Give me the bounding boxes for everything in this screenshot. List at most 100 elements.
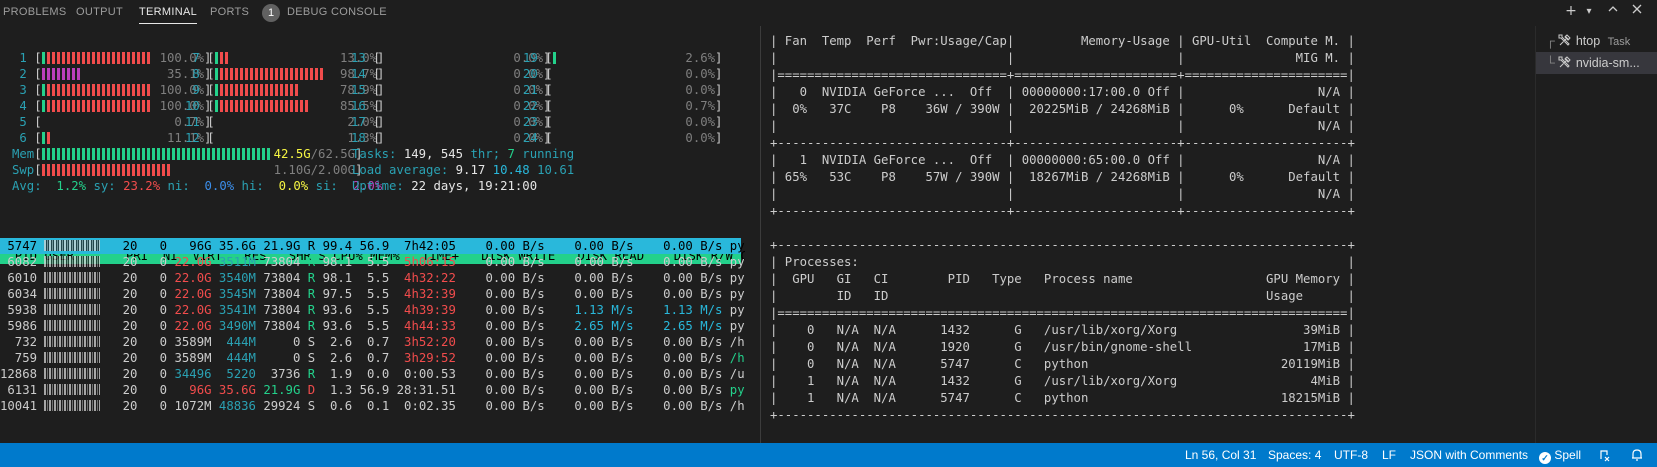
table-row[interactable]: 759 20 0 3589M 444M 0 S 2.6 0.7 3h29:52 … (0, 350, 745, 366)
cpu-percent: 0.6 (315, 399, 353, 413)
chevron-up-icon[interactable] (1604, 3, 1622, 19)
encoding[interactable]: UTF-8 (1334, 448, 1368, 462)
command: python (729, 239, 745, 253)
text: si: (308, 179, 353, 193)
spell-check[interactable]: ✓ Spell (1539, 448, 1581, 464)
indentation[interactable]: Spaces: 4 (1268, 448, 1321, 462)
table-row[interactable]: 6082 20 0 22.0G 3511M 73804 R 98.1 5.5 5… (0, 254, 745, 270)
cpu-number: 7 (185, 51, 208, 65)
priority: 20 (100, 255, 138, 269)
pid: 6010 (0, 271, 38, 285)
table-row[interactable]: 5938 20 0 22.0G 3541M 73804 R 93.6 5.5 4… (0, 302, 745, 318)
cpu-percent: 0.0% (670, 115, 716, 129)
disk-rw: 2.65 M/s (633, 319, 723, 333)
cpu-number: 17 (351, 115, 374, 129)
table-row[interactable]: 6034 20 0 22.0G 3545M 73804 R 97.5 5.5 4… (0, 286, 745, 302)
line-ending[interactable]: LF (1382, 448, 1396, 462)
cpu-number: 5 (12, 115, 35, 129)
mem-percent: 5.5 (352, 255, 390, 269)
state: R (300, 367, 316, 381)
ni-value: 0.0% (204, 179, 235, 193)
nice: 0 (137, 383, 168, 397)
cpu-usage-bar (553, 115, 671, 128)
nice: 0 (137, 303, 168, 317)
cursor-position[interactable]: Ln 56, Col 31 (1185, 448, 1256, 462)
nvidia-smi-line: | 1 N/A N/A 1432 G /usr/lib/xorg/Xorg 4M… (770, 374, 1355, 388)
command: python (729, 303, 745, 317)
tab-output[interactable]: OUTPUT (76, 6, 123, 18)
ports-count-badge: 1 (262, 4, 280, 22)
undefined (37, 383, 44, 397)
nvidia-smi-terminal-pane[interactable]: | Fan Temp Perf Pwr:Usage/Cap| Memory-Us… (770, 26, 1355, 443)
cpu-usage-bar (41, 99, 160, 112)
tab-terminal[interactable]: TERMINAL (139, 6, 198, 24)
cpu-number: 12 (185, 131, 208, 145)
notifications-bell-icon[interactable] (1630, 448, 1644, 465)
virt: 22.0G (167, 319, 212, 333)
table-row[interactable]: 6131 20 0 96G 35.6G 21.9G D 1.3 56.9 28:… (0, 382, 745, 398)
uptime-value: 22 days, 19:21:00 (411, 179, 538, 193)
disk-rw: 0.00 B/s (633, 239, 723, 253)
cpu-number: 15 (351, 83, 374, 97)
cpu-usage-bar (215, 131, 333, 144)
undefined (37, 399, 44, 413)
res: 48836 (211, 399, 256, 413)
cpu-percent: 1.3 (315, 383, 353, 397)
chevron-down-icon[interactable]: ▾ (1580, 6, 1598, 17)
htop-terminal-pane[interactable]: 1 [100.0%] 2 [ 35.1%] 3 [100.0%] 4 [100.… (0, 26, 745, 443)
cpu-number: 22 (523, 99, 546, 113)
disk-read: 0.00 B/s (544, 335, 634, 349)
language-mode[interactable]: JSON with Comments (1410, 448, 1528, 462)
cpu-meter: 24 [ 0.0%] (523, 131, 723, 145)
tab-ports[interactable]: PORTS (210, 6, 249, 18)
cpu-percent: 93.6 (315, 303, 353, 317)
state: R (300, 287, 316, 301)
disk-read: 0.00 B/s (544, 271, 634, 285)
state: R (300, 271, 316, 285)
tab-debug-console[interactable]: DEBUG CONSOLE (287, 6, 387, 18)
time: 5h06:15 (389, 255, 456, 269)
cpu-percent: 0.7% (670, 99, 716, 113)
sy-value: 23.2% (123, 179, 161, 193)
cpu-usage-bar (381, 67, 499, 80)
nvidia-smi-line: +---------------------------------------… (770, 238, 1355, 252)
time: 3h52:20 (389, 335, 456, 349)
nvidia-smi-line: | 1 N/A N/A 5747 C python 18215MiB | (770, 391, 1355, 405)
terminal-item-htop[interactable]: ┌ htop Task (1536, 30, 1657, 52)
tasks-count: 149, (403, 147, 441, 161)
disk-write: 0.00 B/s (455, 399, 545, 413)
undefined (37, 351, 44, 365)
cpu-meter: 20 [ 0.0%] (523, 67, 723, 81)
pid: 759 (0, 351, 38, 365)
undefined (37, 287, 44, 301)
swap-value: 1.10G/2.00G (273, 163, 356, 177)
accounts-icon[interactable] (1598, 448, 1612, 465)
split-divider[interactable] (760, 26, 761, 443)
tab-problems[interactable]: PROBLEMS (3, 6, 67, 18)
cpu-usage-bar (41, 83, 160, 96)
table-row[interactable]: 732 20 0 3589M 444M 0 S 2.6 0.7 3h52:20 … (0, 334, 745, 350)
table-row[interactable]: 6010 20 0 22.0G 3540M 73804 R 98.1 5.5 4… (0, 270, 745, 286)
disk-read: 0.00 B/s (544, 351, 634, 365)
mem-meter: Mem[42.5G/62.5G] (12, 146, 362, 162)
table-row[interactable]: 5986 20 0 22.0G 3490M 73804 R 93.6 5.5 4… (0, 318, 745, 334)
cpu-number: 2 (12, 67, 35, 81)
terminal-item-nvidia-smi[interactable]: └ nvidia-sm... (1536, 52, 1657, 74)
cpu-number: 21 (523, 83, 546, 97)
disk-read: 1.13 M/s (544, 303, 634, 317)
mem-percent: 0.7 (352, 335, 390, 349)
res: 3511M (211, 255, 256, 269)
plus-icon[interactable]: + (1562, 3, 1580, 19)
priority: 20 (100, 303, 138, 317)
state: R (300, 255, 316, 269)
cpu-number: 20 (523, 67, 546, 81)
state: S (300, 351, 316, 365)
cpu-number: 18 (351, 131, 374, 145)
selected-process-row[interactable]: 5747 20 0 96G 35.6G 21.9G R 99.4 56.9 7h… (0, 238, 745, 254)
time: 28:31.51 (389, 383, 456, 397)
table-row[interactable]: 10041 20 0 1072M 48836 29924 S 0.6 0.1 0… (0, 398, 745, 414)
threads-count: 545 (440, 147, 464, 161)
close-icon[interactable] (1628, 3, 1646, 19)
cpu-usage-bar (42, 115, 160, 128)
table-row[interactable]: 12868 20 0 34496 5220 3736 R 1.9 0.0 0:0… (0, 366, 745, 382)
